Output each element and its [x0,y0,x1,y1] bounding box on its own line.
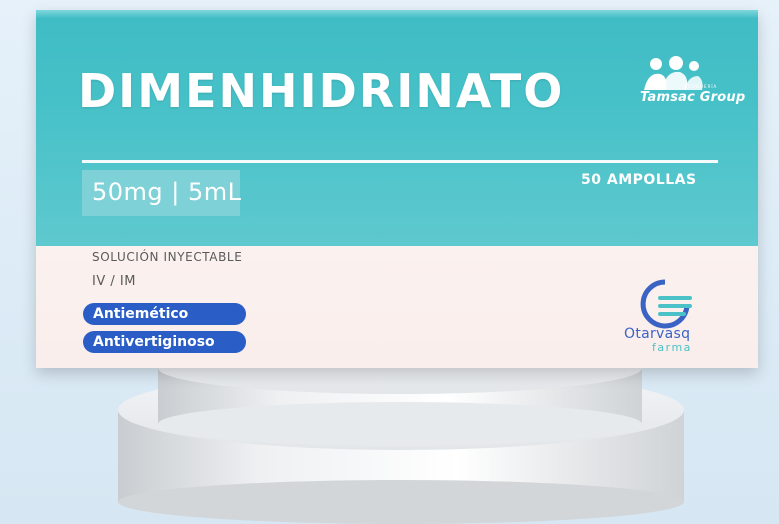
use-badge-antiemetic: Antiemético [83,303,246,325]
dose-label: 50mg | 5mL [92,178,242,206]
manufacturer-subname: farma [652,341,692,354]
product-form: SOLUCIÓN INYECTABLE [92,250,243,264]
box-top-edge [36,10,758,18]
product-name: DIMENHIDRINATO [78,64,565,118]
seller-name: Tamsac Group [640,90,746,105]
product-route: IV / IM [92,274,136,289]
divider-line [82,160,718,163]
medicine-box: DIMENHIDRINATO 50mg | 5mL 50 AMPOLLAS DR… [36,10,758,368]
use-badge-antivertiginous: Antivertiginoso [83,331,246,353]
seller-small-label: DROGUERÍA [684,84,718,89]
quantity-label: 50 AMPOLLAS [581,172,697,188]
manufacturer-name: Otarvasq [624,326,691,342]
